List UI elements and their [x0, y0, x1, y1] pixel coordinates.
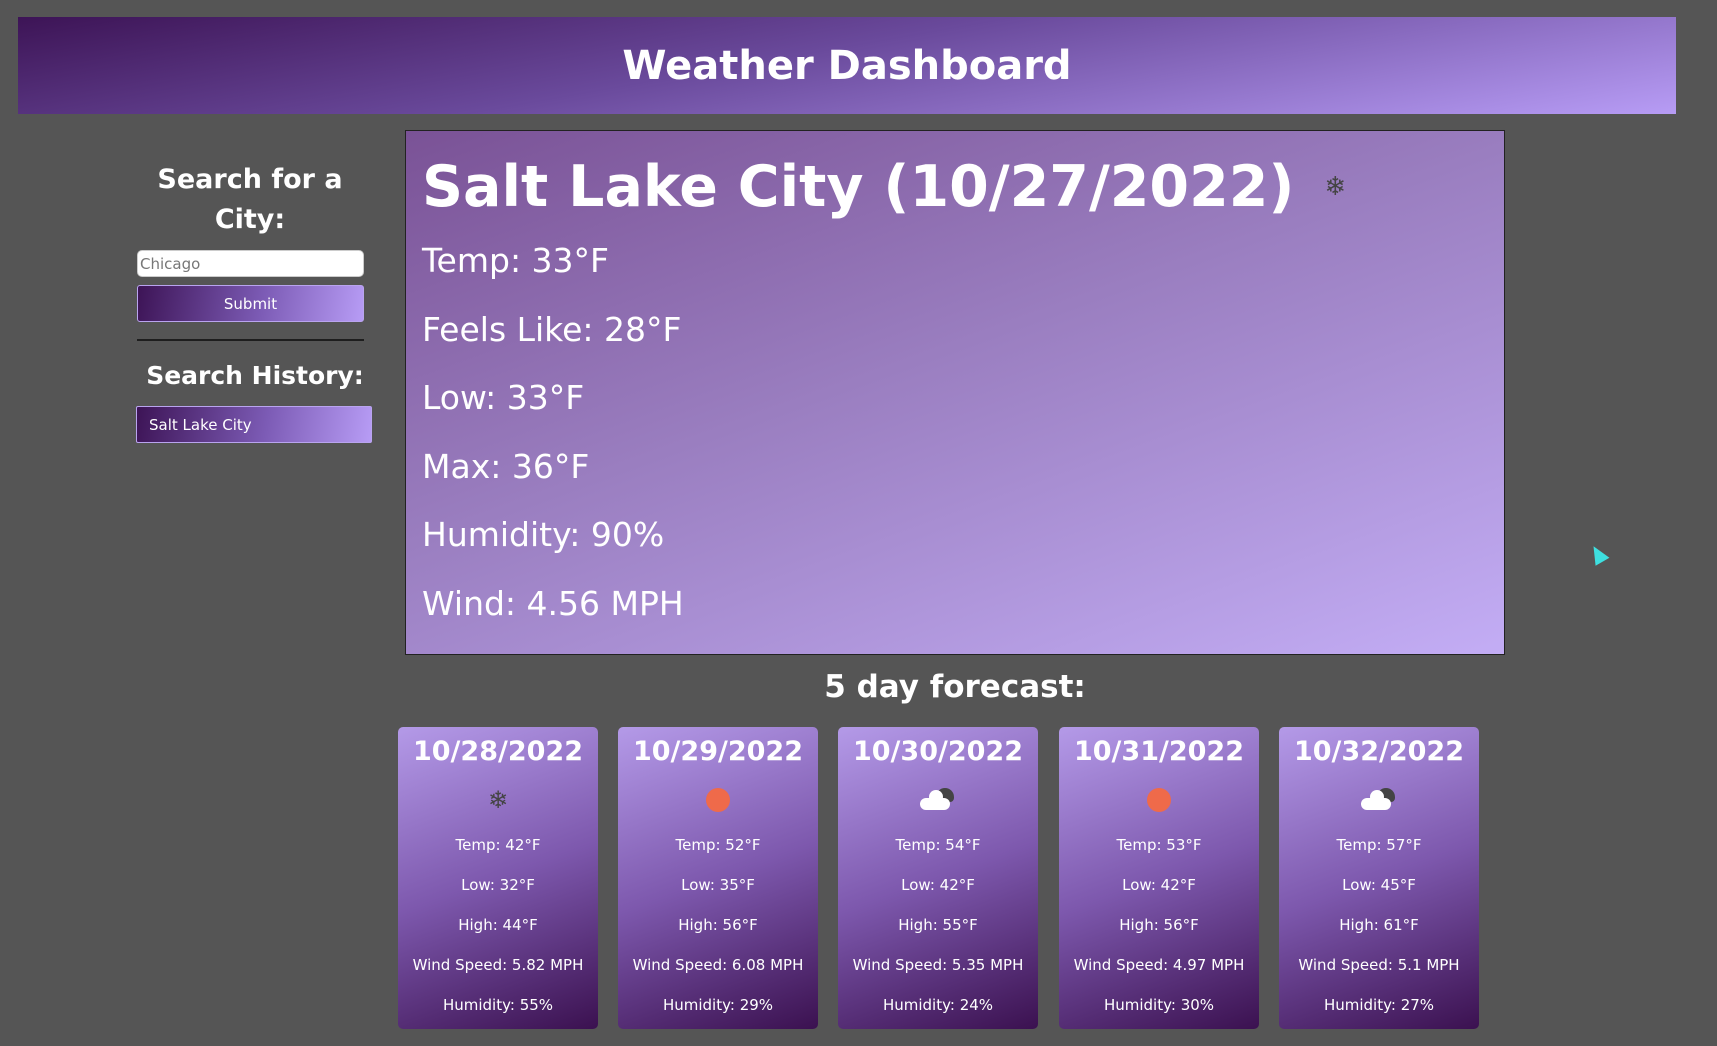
forecast-high: High: 44°F: [458, 916, 538, 934]
current-city-date: Salt Lake City (10/27/2022): [422, 154, 1295, 220]
current-wind: Wind: 4.56 MPH: [422, 583, 684, 623]
current-city-heading: Salt Lake City (10/27/2022) ❄: [422, 147, 1504, 227]
forecast-card: 10/32/2022 Temp: 57°F Low: 45°F High: 61…: [1279, 727, 1479, 1029]
submit-button[interactable]: Submit: [137, 285, 364, 322]
forecast-temp: Temp: 53°F: [1116, 836, 1202, 854]
mouse-cursor-icon: [1586, 542, 1610, 566]
search-history-title: Search History:: [146, 361, 364, 390]
sidebar-divider: [137, 339, 364, 341]
current-max: Max: 36°F: [422, 446, 590, 486]
forecast-title: 5 day forecast:: [824, 669, 1086, 705]
forecast-high: High: 56°F: [678, 916, 758, 934]
sun-icon: [706, 788, 730, 812]
forecast-humidity: Humidity: 29%: [662, 996, 774, 1014]
current-humidity: Humidity: 90%: [422, 515, 665, 554]
forecast-date: 10/31/2022: [1073, 736, 1244, 767]
forecast-high: High: 61°F: [1339, 916, 1419, 934]
forecast-wind: Wind Speed: 5.82 MPH: [412, 956, 584, 974]
page-title: Weather Dashboard: [622, 42, 1072, 89]
search-sidebar: Search for a City: Submit Search History…: [136, 160, 373, 443]
current-feels-like: Feels Like: 28°F: [422, 309, 682, 349]
app-header: Weather Dashboard: [18, 17, 1676, 114]
forecast-card: 10/29/2022 Temp: 52°F Low: 35°F High: 56…: [618, 727, 818, 1029]
forecast-temp: Temp: 57°F: [1336, 836, 1422, 854]
forecast-date: 10/29/2022: [632, 736, 803, 767]
forecast-card: 10/28/2022 ❄ Temp: 42°F Low: 32°F High: …: [398, 727, 598, 1029]
history-item-salt-lake-city[interactable]: Salt Lake City: [136, 406, 372, 443]
forecast-temp: Temp: 42°F: [455, 836, 541, 854]
snow-icon: ❄: [1324, 172, 1347, 202]
forecast-wind: Wind Speed: 5.1 MPH: [1298, 956, 1460, 974]
current-weather-panel: Salt Lake City (10/27/2022) ❄ Temp: 33°F…: [405, 130, 1505, 655]
forecast-date: 10/30/2022: [852, 736, 1023, 767]
forecast-temp: Temp: 52°F: [675, 836, 761, 854]
forecast-low: Low: 45°F: [1342, 876, 1416, 894]
forecast-card: 10/31/2022 Temp: 53°F Low: 42°F High: 56…: [1059, 727, 1259, 1029]
forecast-wind: Wind Speed: 6.08 MPH: [632, 956, 804, 974]
search-title: Search for a City:: [157, 164, 343, 235]
forecast-high: High: 55°F: [898, 916, 978, 934]
forecast-wind: Wind Speed: 5.35 MPH: [852, 956, 1024, 974]
forecast-humidity: Humidity: 24%: [882, 996, 994, 1014]
forecast-low: Low: 42°F: [901, 876, 975, 894]
forecast-date: 10/28/2022: [412, 736, 583, 767]
city-search-input[interactable]: [137, 250, 364, 277]
sun-icon: [1147, 788, 1171, 812]
forecast-humidity: Humidity: 30%: [1103, 996, 1215, 1014]
forecast-card: 10/30/2022 Temp: 54°F Low: 42°F High: 55…: [838, 727, 1038, 1029]
cloud-icon: [920, 788, 956, 812]
forecast-humidity: Humidity: 27%: [1323, 996, 1435, 1014]
current-low: Low: 33°F: [422, 378, 585, 417]
snow-icon: ❄: [487, 786, 509, 814]
forecast-date: 10/32/2022: [1293, 736, 1464, 767]
cloud-icon: [1361, 788, 1397, 812]
forecast-low: Low: 35°F: [681, 876, 755, 894]
forecast-temp: Temp: 54°F: [895, 836, 981, 854]
current-temp: Temp: 33°F: [422, 241, 610, 280]
forecast-high: High: 56°F: [1119, 916, 1199, 934]
forecast-low: Low: 42°F: [1122, 876, 1196, 894]
forecast-humidity: Humidity: 55%: [442, 996, 554, 1014]
forecast-low: Low: 32°F: [461, 876, 535, 894]
forecast-wind: Wind Speed: 4.97 MPH: [1073, 956, 1245, 974]
